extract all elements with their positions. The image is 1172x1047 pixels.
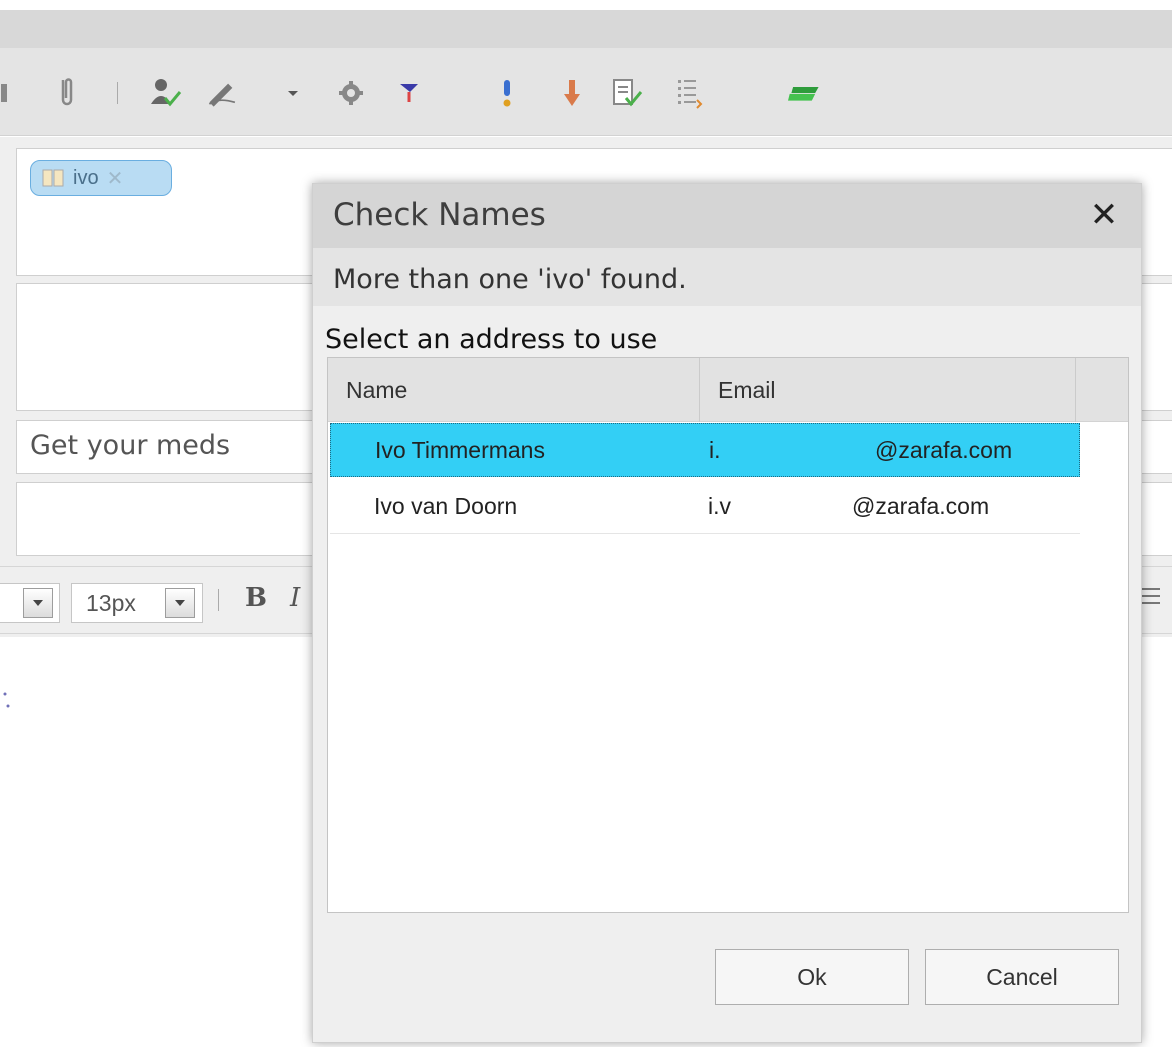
row-email-domain: @zarafa.com [875, 436, 1013, 463]
recipient-chip[interactable]: ivo ✕ [30, 160, 172, 196]
column-header-email[interactable]: Email [700, 358, 1076, 422]
truncated-toolbar-icon[interactable] [0, 76, 24, 110]
toolbar-separator [218, 589, 219, 611]
low-priority-icon[interactable] [555, 76, 589, 110]
remove-recipient-icon[interactable]: ✕ [107, 166, 124, 191]
email-compose-window: ivo ✕ Get your meds 13px B I Check Names… [0, 0, 1172, 1047]
chevron-down-icon[interactable] [165, 588, 195, 618]
row-email-prefix: i.v [708, 492, 731, 519]
select-address-label: Select an address to use [325, 324, 658, 355]
dialog-title: Check Names [333, 197, 546, 233]
read-receipt-icon[interactable] [610, 76, 644, 110]
tab-strip [0, 10, 1172, 48]
compose-toolbar [0, 48, 1172, 136]
column-header-name[interactable]: Name [328, 358, 700, 422]
row-name: Ivo Timmermans [375, 436, 545, 463]
check-names-dialog: Check Names ✕ More than one 'ivo' found.… [312, 183, 1142, 1043]
address-row-selected[interactable]: Ivo Timmermans i. @zarafa.com [330, 423, 1080, 477]
row-name: Ivo van Doorn [374, 492, 518, 519]
bold-button[interactable]: B [245, 583, 267, 613]
toolbar-separator [117, 82, 118, 104]
dialog-header: Check Names ✕ [313, 184, 1141, 248]
window-top-edge [0, 0, 1172, 10]
grid-header: Name Email [328, 358, 1128, 422]
flag-icon[interactable] [392, 76, 426, 110]
attachment-icon[interactable] [50, 76, 84, 110]
subject-text: Get your meds [30, 430, 231, 461]
categories-icon[interactable] [788, 76, 822, 110]
font-size-value: 13px [86, 589, 136, 616]
row-email-domain: @zarafa.com [852, 492, 990, 519]
dialog-message: More than one 'ivo' found. [333, 264, 687, 295]
address-grid: Name Email Ivo Timmermans i. @zarafa.com… [327, 357, 1129, 913]
recipient-chip-label: ivo [73, 166, 99, 189]
row-email-prefix: i. [709, 436, 721, 463]
ok-button[interactable]: Ok [715, 949, 909, 1005]
close-icon[interactable]: ✕ [1081, 190, 1127, 240]
chevron-down-icon[interactable] [23, 588, 53, 618]
font-size-select[interactable]: 13px [71, 583, 203, 623]
delivery-options-icon[interactable] [672, 76, 706, 110]
high-priority-icon[interactable] [490, 76, 524, 110]
row-divider [330, 533, 1080, 534]
italic-button[interactable]: I [290, 583, 300, 613]
signature-icon[interactable] [206, 76, 240, 110]
text-caret-icon [2, 690, 12, 716]
font-family-select[interactable] [0, 583, 60, 623]
check-names-icon[interactable] [148, 76, 182, 110]
cancel-button[interactable]: Cancel [925, 949, 1119, 1005]
address-book-icon [42, 169, 64, 187]
chevron-down-icon[interactable] [276, 76, 310, 110]
address-row[interactable]: Ivo van Doorn i.v @zarafa.com [330, 480, 1080, 534]
settings-icon[interactable] [334, 76, 368, 110]
